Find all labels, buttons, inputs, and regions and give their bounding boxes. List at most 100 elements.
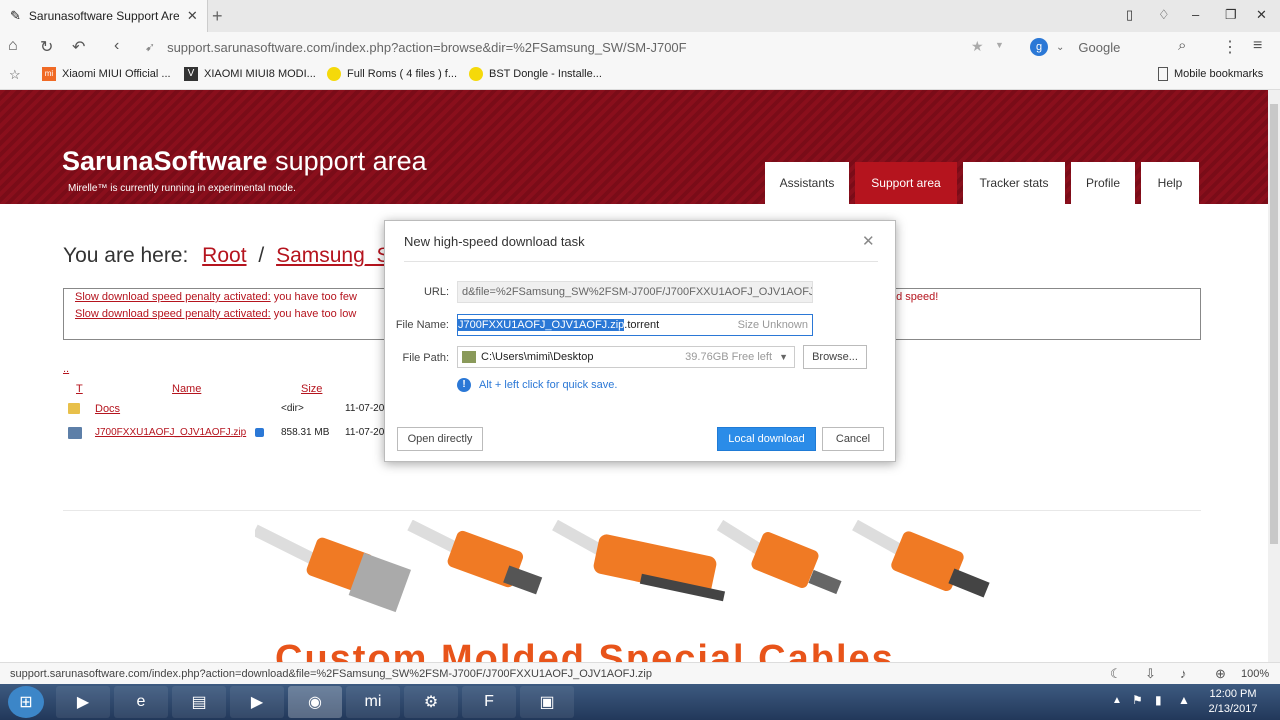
cancel-button[interactable]: Cancel xyxy=(822,427,884,451)
promo-heading: Custom Molded Special Cables xyxy=(275,638,895,662)
nav-tracker-stats[interactable]: Tracker stats xyxy=(963,162,1065,204)
mobile-bookmarks-label: Mobile bookmarks xyxy=(1174,68,1264,80)
warning-link[interactable]: Slow download speed penalty activated: xyxy=(75,308,271,320)
file-name-link[interactable]: J700FXXU1AOFJ_OJV1AOFJ.zip xyxy=(95,427,246,438)
file-explorer-icon[interactable]: ▤ xyxy=(172,686,226,718)
media-player-icon[interactable]: ▶ xyxy=(56,686,110,718)
info-icon[interactable] xyxy=(255,428,264,437)
breadcrumb-root-link[interactable]: Root xyxy=(202,244,246,267)
scrollbar-thumb[interactable] xyxy=(1270,104,1278,544)
back-icon[interactable]: ‹ xyxy=(114,37,119,55)
brand-bold: SarunaSoftware xyxy=(62,146,268,176)
clock-time: 12:00 PM xyxy=(1209,688,1257,700)
mobile-bookmarks[interactable]: Mobile bookmarks xyxy=(1158,67,1263,81)
reader-mode-icon[interactable]: ▯ xyxy=(1126,7,1133,23)
device-icon[interactable]: ▮ xyxy=(1155,693,1162,707)
filename-selected: J700FXXU1AOFJ_OJV1AOFJ.zip xyxy=(458,319,625,331)
warning-line: Slow download speed penalty activated: y… xyxy=(75,308,356,320)
column-header-type[interactable]: T xyxy=(76,383,83,395)
zoom-icon[interactable]: ⊕ xyxy=(1215,666,1226,682)
media-icon[interactable]: ▶ xyxy=(230,686,284,718)
bookmark-label: XIAOMI MIUI8 MODI... xyxy=(204,68,316,80)
browser-tab[interactable]: ✎ Sarunasoftware Support Area ✕ xyxy=(0,0,208,32)
star-icon[interactable]: ★ xyxy=(971,38,984,55)
warning-line: Slow download speed penalty activated: y… xyxy=(75,291,357,303)
new-tab-icon[interactable]: + xyxy=(212,6,223,27)
bookmark-star-icon[interactable]: ☆ xyxy=(9,67,21,83)
smiley-icon xyxy=(327,67,341,81)
chevron-down-icon[interactable]: ▼ xyxy=(995,40,1004,50)
internet-explorer-icon[interactable]: e xyxy=(114,686,168,718)
more-icon[interactable]: ⋮ xyxy=(1222,37,1238,57)
cable-image xyxy=(716,520,842,595)
chevron-down-icon[interactable]: ⌄ xyxy=(1056,42,1064,53)
uc-browser-icon[interactable]: ◉ xyxy=(288,686,342,718)
address-bar[interactable]: ➹ support.sarunasoftware.com/index.php?a… xyxy=(145,35,1005,59)
url-label: URL: xyxy=(423,286,449,298)
column-header-size[interactable]: Size xyxy=(301,383,322,395)
flag-icon[interactable]: ⚑ xyxy=(1132,693,1143,707)
tab-close-icon[interactable]: ✕ xyxy=(187,8,198,24)
undo-icon[interactable]: ↶ xyxy=(72,37,85,57)
drive-icon xyxy=(462,351,476,363)
mi-icon[interactable]: mi xyxy=(346,686,400,718)
home-icon[interactable]: ⌂ xyxy=(8,37,18,55)
browse-button[interactable]: Browse... xyxy=(803,345,867,369)
v-icon: V xyxy=(184,67,198,81)
f-app-icon[interactable]: F xyxy=(462,686,516,718)
night-mode-icon[interactable]: ☾ xyxy=(1110,666,1122,682)
search-box[interactable]: g ⌄ Google ⌕ xyxy=(1030,35,1210,59)
search-icon[interactable]: ⌕ xyxy=(1178,37,1186,54)
smiley-icon xyxy=(469,67,483,81)
tool-icon[interactable]: ⚙ xyxy=(404,686,458,718)
menu-icon[interactable]: ≡ xyxy=(1253,37,1262,55)
breadcrumb-prefix: You are here: xyxy=(63,244,189,267)
chevron-down-icon[interactable]: ▼ xyxy=(779,352,788,362)
zoom-level[interactable]: 100% xyxy=(1241,668,1269,680)
phone-icon xyxy=(1158,67,1168,81)
pen-icon: ✎ xyxy=(10,8,21,23)
skin-icon[interactable]: ♢ xyxy=(1158,7,1170,23)
parent-dir-link[interactable]: .. xyxy=(63,363,69,375)
nav-help[interactable]: Help xyxy=(1141,162,1199,204)
bookmark-item[interactable]: V XIAOMI MIUI8 MODI... xyxy=(184,67,316,81)
start-button[interactable]: ⊞ xyxy=(8,686,44,718)
local-download-button[interactable]: Local download xyxy=(717,427,816,451)
clock-date: 2/13/2017 xyxy=(1208,703,1258,715)
search-engine-label: Google xyxy=(1078,39,1121,55)
bookmark-item[interactable]: Full Roms ( 4 files ) f... xyxy=(327,67,457,81)
bookmark-item[interactable]: mi Xiaomi MIUI Official ... xyxy=(42,67,171,81)
close-window-icon[interactable]: ✕ xyxy=(1256,7,1267,23)
volume-icon[interactable]: ♪ xyxy=(1180,666,1187,681)
tray-up-icon[interactable]: ▲ xyxy=(1112,695,1122,706)
nav-profile[interactable]: Profile xyxy=(1071,162,1135,204)
reload-icon[interactable]: ↻ xyxy=(40,37,53,57)
restore-icon[interactable]: ❐ xyxy=(1225,7,1237,23)
warning-text: you have too few xyxy=(270,291,357,303)
file-name-link[interactable]: Docs xyxy=(95,403,120,415)
clock[interactable]: 12:00 PM 2/13/2017 xyxy=(1200,687,1266,717)
flash-tool-icon[interactable]: ▣ xyxy=(520,686,574,718)
network-icon[interactable]: ▲ xyxy=(1178,693,1190,707)
brand-rest: support area xyxy=(267,146,427,176)
filepath-select[interactable]: C:\Users\mimi\Desktop 39.76GB Free left … xyxy=(457,346,795,368)
cable-image xyxy=(407,520,543,595)
site-brand: SarunaSoftware support area xyxy=(62,146,427,177)
column-header-name[interactable]: Name xyxy=(172,383,201,395)
download-icon[interactable]: ⇩ xyxy=(1145,666,1156,682)
archive-icon xyxy=(68,427,82,439)
status-bar: support.sarunasoftware.com/index.php?act… xyxy=(0,662,1280,684)
url-field[interactable]: d&file=%2FSamsung_SW%2FSM-J700F/J700FXXU… xyxy=(457,281,813,303)
dialog-close-icon[interactable]: ✕ xyxy=(862,232,875,250)
nav-support-area[interactable]: Support area xyxy=(855,162,957,204)
page-scrollbar[interactable] xyxy=(1268,90,1280,662)
google-icon: g xyxy=(1030,38,1048,56)
nav-assistants[interactable]: Assistants xyxy=(765,162,849,204)
bookmark-item[interactable]: BST Dongle - Installe... xyxy=(469,67,602,81)
open-directly-button[interactable]: Open directly xyxy=(397,427,483,451)
warning-link[interactable]: Slow download speed penalty activated: xyxy=(75,291,271,303)
browser-toolbar: ⌂ ↻ ↶ ‹ ➹ support.sarunasoftware.com/ind… xyxy=(0,32,1280,62)
status-url: support.sarunasoftware.com/index.php?act… xyxy=(10,668,652,680)
filename-field[interactable]: J700FXXU1AOFJ_OJV1AOFJ.zip .torrent Size… xyxy=(457,314,813,336)
minimize-icon[interactable]: – xyxy=(1192,7,1199,22)
